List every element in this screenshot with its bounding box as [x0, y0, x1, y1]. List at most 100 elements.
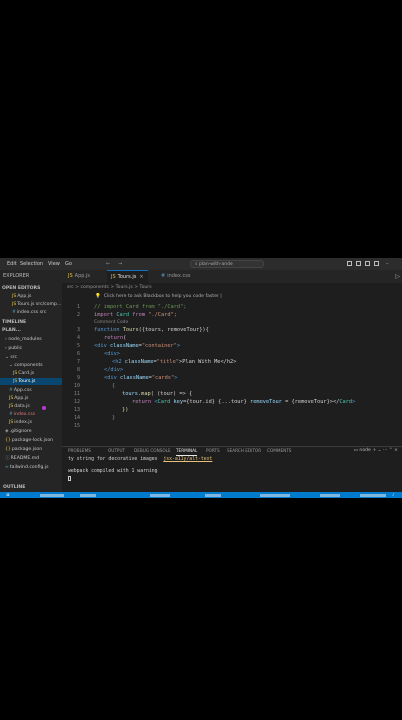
terminal-shell-label[interactable]: node — [359, 448, 370, 453]
status-item[interactable] — [260, 493, 290, 497]
tab-problems[interactable]: PROBLEMS — [68, 447, 91, 455]
command-center-label: plan-with-ande — [198, 262, 233, 267]
tab-debug-console[interactable]: DEBUG CONSOLE — [134, 447, 171, 455]
status-item[interactable] — [205, 493, 221, 497]
line-number: 15 — [73, 423, 80, 429]
tree-file-package-lock[interactable]: {}package-lock.json — [5, 437, 53, 444]
tab-comments[interactable]: COMMENTS — [267, 447, 291, 455]
menu-go[interactable]: Go — [65, 258, 72, 270]
command-center-search[interactable]: ⌕ plan-with-ande — [190, 260, 264, 268]
code-line-4: return( — [104, 335, 127, 341]
status-item[interactable] — [360, 493, 386, 497]
code-line-10: { — [112, 383, 116, 389]
tree-folder-components[interactable]: ⌄ components — [9, 362, 43, 369]
css-file-icon: # — [9, 412, 13, 417]
info-icon: ⓘ — [5, 456, 10, 461]
tree-file-gitignore[interactable]: ◆.gitignore — [5, 428, 32, 435]
tree-file-app-js[interactable]: JSApp.js — [9, 395, 28, 402]
status-item[interactable] — [320, 493, 340, 497]
explorer-title: EXPLORER — [3, 273, 30, 279]
js-file-icon: JS — [13, 371, 18, 376]
line-number: 10 — [73, 383, 80, 389]
tree-file-app-css[interactable]: #App.css — [9, 387, 32, 394]
status-bar: ⌘ ♪ — [0, 492, 402, 498]
blackbox-hint[interactable]: 💡 Click here to ask Blackbox to help you … — [95, 294, 222, 299]
explorer-sidebar: OPEN EDITORS JSApp.js JSTours.js src/com… — [0, 283, 62, 498]
codelens-comment-code[interactable]: Comment Code — [94, 320, 128, 325]
status-item[interactable] — [150, 493, 170, 497]
close-icon[interactable]: × — [139, 274, 143, 280]
line-number: 13 — [73, 407, 80, 413]
tree-file-package-json[interactable]: {}package.json — [5, 446, 42, 453]
tailwind-icon: ≈ — [5, 465, 9, 470]
timeline-header[interactable]: TIMELINE — [2, 319, 26, 326]
tab-tours-js[interactable]: JS Tours.js × — [107, 270, 148, 283]
tree-file-card-js[interactable]: JSCard.js — [13, 370, 34, 377]
tree-file-readme[interactable]: ⓘREADME.md — [5, 455, 39, 462]
remote-icon[interactable]: ⌘ — [6, 492, 10, 498]
terminal-link[interactable]: jsx-a11y/alt-text — [163, 457, 212, 462]
tab-label: App.js — [74, 273, 91, 279]
outline-header[interactable]: OUTLINE — [0, 484, 62, 492]
tab-label: Tours.js — [117, 274, 137, 280]
customize-layout-icon[interactable] — [374, 261, 379, 266]
code-editor[interactable]: src > components > Tours.js > Tours 💡 Cli… — [62, 283, 402, 446]
project-header[interactable]: PLAN... — [2, 327, 21, 334]
toggle-sidebar-icon[interactable] — [347, 261, 352, 266]
tree-folder-node-modules[interactable]: › node_modules — [5, 336, 42, 343]
json-file-icon: {} — [5, 447, 11, 452]
open-editor-item[interactable]: #index.css src — [12, 309, 46, 316]
breadcrumb[interactable]: src > components > Tours.js > Tours — [67, 284, 152, 292]
open-editors-header[interactable]: OPEN EDITORS — [2, 285, 40, 292]
js-file-icon: JS — [12, 302, 17, 307]
run-icon[interactable]: ▷ — [395, 270, 400, 283]
tab-label: index.css — [167, 273, 191, 279]
tab-index-css[interactable]: # index.css — [157, 270, 194, 283]
toggle-secondary-sidebar-icon[interactable] — [365, 261, 370, 266]
status-item[interactable] — [40, 493, 64, 497]
forward-arrow-icon[interactable]: → — [118, 258, 122, 270]
code-line-1: // import Card from "./Card"; — [94, 304, 187, 310]
code-line-2: import Card from "./Card"; — [94, 312, 177, 318]
tab-search-editor[interactable]: SEARCH EDITOR — [227, 447, 261, 455]
line-number: 9 — [76, 375, 80, 381]
js-file-icon: JS — [9, 396, 14, 401]
line-number: 1 — [76, 304, 80, 310]
js-file-icon: JS — [13, 379, 18, 384]
lightbulb-icon: 💡 — [95, 294, 101, 299]
bell-icon[interactable]: ♪ — [392, 492, 394, 498]
tab-terminal[interactable]: TERMINAL — [176, 447, 198, 456]
toggle-panel-icon[interactable] — [356, 261, 361, 266]
tree-file-data-js[interactable]: JSdata.js — [9, 403, 30, 410]
tree-file-tours-js[interactable]: JSTours.js — [0, 378, 62, 385]
tree-folder-src[interactable]: ⌄ src — [5, 354, 17, 361]
line-number: 5 — [76, 343, 80, 349]
menu-view[interactable]: View — [48, 258, 60, 270]
minimize-icon[interactable]: – — [386, 258, 389, 270]
open-editor-item[interactable]: JSTours.js src/comp... — [12, 301, 61, 308]
code-line-14: } — [112, 415, 116, 421]
line-number: 2 — [76, 312, 80, 318]
js-file-icon: JS — [9, 404, 14, 409]
tree-file-index-css[interactable]: #index.css — [9, 411, 35, 418]
tab-output[interactable]: OUTPUT — [108, 447, 125, 455]
tab-ports[interactable]: PORTS — [206, 447, 220, 455]
tab-app-js[interactable]: JS App.js — [64, 270, 94, 283]
terminal-toolbar: ▭ node + ⌄ ··· ⌃ × — [354, 447, 398, 455]
code-line-9: <div className="cards"> — [104, 375, 178, 381]
status-item[interactable] — [80, 493, 96, 497]
line-number: 6 — [76, 351, 80, 357]
tree-file-index-js[interactable]: JSindex.js — [9, 419, 32, 426]
menu-edit[interactable]: Edit — [7, 258, 17, 270]
line-number: 14 — [73, 415, 80, 421]
tree-folder-public[interactable]: › public — [5, 345, 22, 352]
css-file-icon: # — [12, 310, 16, 315]
line-number: 7 — [76, 359, 80, 365]
back-arrow-icon[interactable]: ← — [106, 258, 110, 270]
line-number: 11 — [73, 391, 80, 397]
code-line-5: <div className="container"> — [94, 343, 181, 349]
menu-selection[interactable]: Selection — [20, 258, 43, 270]
tree-file-tailwind-config[interactable]: ≈tailwind.config.js — [5, 464, 49, 471]
close-icon[interactable]: × — [394, 448, 398, 453]
open-editor-item[interactable]: JSApp.js — [12, 293, 31, 300]
